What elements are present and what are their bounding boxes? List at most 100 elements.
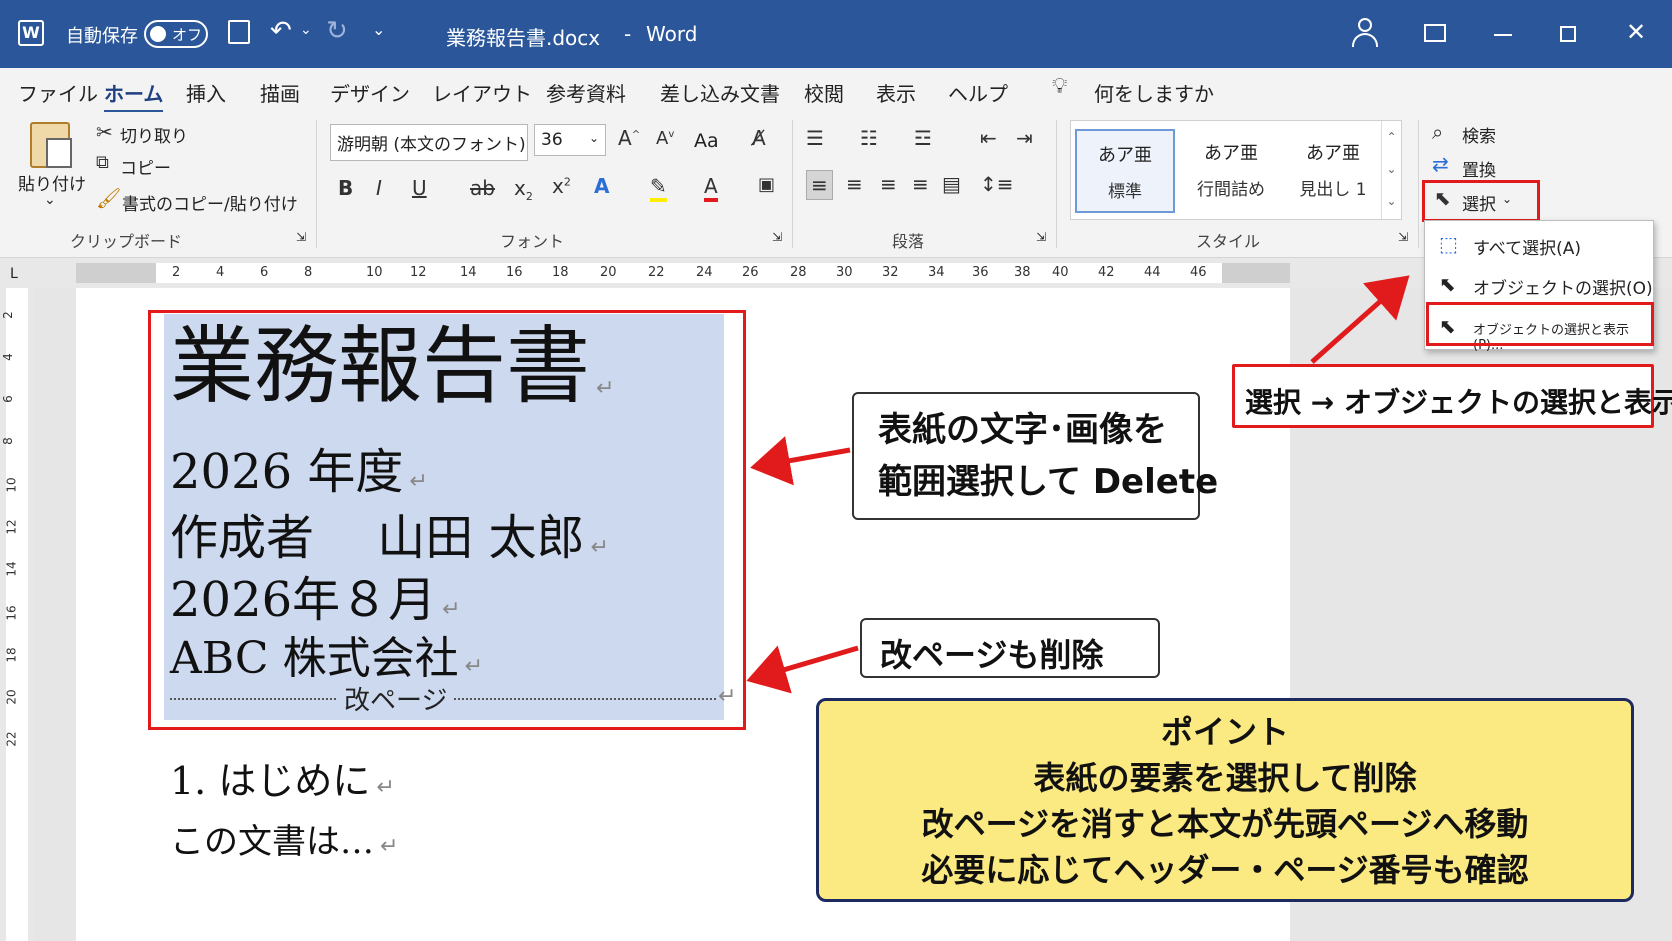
bold-icon[interactable]: B [338, 176, 353, 200]
subscript-icon[interactable]: x2 [514, 176, 533, 203]
lightbulb-icon[interactable]: 💡︎ [1052, 74, 1067, 99]
italic-icon[interactable]: I [376, 176, 382, 200]
superscript-icon[interactable]: x2 [552, 174, 571, 198]
doc-body[interactable]: この文書は… ↵ [170, 814, 398, 863]
undo-icon[interactable]: ↶ [270, 16, 292, 46]
ruler-tick: 6 [0, 395, 15, 403]
point-line-2: 改ページを消すと本文が先頭ページへ移動 [921, 805, 1529, 843]
select-objects-label: オブジェクトの選択(O) [1473, 279, 1653, 299]
increase-indent-icon[interactable]: ⇥ [1016, 126, 1033, 150]
replace-button[interactable]: 置換 [1462, 156, 1496, 181]
character-shading-icon[interactable]: ▣ [758, 174, 775, 195]
selection-pane-highlight [1426, 302, 1654, 346]
ruler-tick: 20 [4, 689, 19, 705]
customize-qat-icon[interactable]: ⌄ [372, 20, 385, 39]
close-icon[interactable]: ✕ [1626, 18, 1646, 46]
paragraph-launcher-icon[interactable]: ⇲ [1036, 230, 1046, 244]
ruler-tick: 20 [600, 265, 617, 280]
bullets-icon[interactable]: ☰ [806, 126, 824, 150]
tab-file[interactable]: ファイル [18, 78, 98, 107]
find-button[interactable]: 検索 [1462, 122, 1496, 147]
redo-icon[interactable]: ↻ [326, 16, 348, 46]
style-normal[interactable]: あア亜 標準 [1075, 129, 1175, 213]
tab-view[interactable]: 表示 [876, 78, 916, 107]
doc-body-text: この文書は… [170, 822, 374, 862]
scissors-icon: ✂ [96, 120, 113, 144]
word-app-icon[interactable]: W [18, 20, 44, 46]
account-icon[interactable] [1352, 18, 1378, 48]
separator [792, 120, 793, 248]
text-effects-icon[interactable]: A [594, 174, 609, 198]
ruler-tick: 22 [648, 265, 665, 280]
replace-icon: ⇄ [1432, 152, 1449, 176]
tab-layout[interactable]: レイアウト [432, 78, 532, 107]
tab-home[interactable]: ホーム [104, 78, 164, 113]
ruler-tick: 12 [410, 265, 427, 280]
copy-icon: ⧉ [96, 152, 109, 173]
ruler-tick: 14 [460, 265, 477, 280]
tab-references[interactable]: 参考資料 [546, 78, 626, 107]
format-painter-button[interactable]: 書式のコピー/貼り付け [122, 190, 298, 215]
select-objects-item[interactable]: ⬉ オブジェクトの選択(O) [1425, 265, 1655, 303]
tab-draw[interactable]: 描画 [260, 78, 300, 107]
justify-icon[interactable]: ≡ [912, 172, 929, 196]
decrease-indent-icon[interactable]: ⇤ [980, 126, 997, 150]
select-button-highlight [1422, 180, 1540, 222]
font-launcher-icon[interactable]: ⇲ [772, 230, 782, 244]
undo-dropdown-icon[interactable]: ⌄ [300, 22, 312, 38]
strikethrough-icon[interactable]: ab [470, 176, 495, 200]
style-sample: あア亜 [1204, 143, 1258, 164]
tab-selector-icon[interactable]: L [10, 266, 18, 282]
highlighter-icon[interactable]: ✎ [650, 174, 667, 202]
clipboard-launcher-icon[interactable]: ⇲ [296, 230, 306, 244]
select-all-item[interactable]: ⬚ すべて選択(A) [1425, 225, 1655, 263]
ruler-tick: 26 [742, 265, 759, 280]
ribbon-display-icon[interactable] [1424, 24, 1446, 42]
clear-formatting-icon[interactable]: A̸ [752, 126, 766, 150]
multilevel-list-icon[interactable]: ☲ [914, 126, 932, 150]
account-body [1352, 33, 1378, 47]
callout-cover: 表紙の文字･画像を 範囲選択して Delete [852, 392, 1218, 520]
autosave-toggle[interactable]: オフ [144, 20, 208, 48]
paragraph-mark: ↵ [380, 834, 399, 859]
tab-design[interactable]: デザイン [330, 78, 410, 107]
font-name-combo[interactable]: 游明朝 (本文のフォント) [330, 124, 528, 161]
font-size-combo[interactable]: 36 ⌄ [534, 124, 606, 156]
paste-icon[interactable] [30, 122, 72, 168]
align-right-icon[interactable]: ≡ [880, 172, 897, 196]
styles-scrollbar[interactable]: ⌃ ⌄ ⌄ [1381, 121, 1401, 219]
ruler-tick: 8 [304, 265, 313, 280]
tab-review[interactable]: 校閲 [804, 78, 844, 107]
ruler-tick: 38 [1014, 265, 1031, 280]
document-title: 業務報告書.docx [446, 26, 601, 50]
style-no-spacing[interactable]: あア亜 行間詰め [1181, 129, 1281, 213]
numbering-icon[interactable]: ☷ [860, 126, 878, 150]
underline-icon[interactable]: U [412, 176, 427, 200]
paste-dropdown-icon[interactable]: ⌄ [44, 192, 56, 208]
ruler-tick: 18 [552, 265, 569, 280]
align-center-icon[interactable]: ≡ [846, 172, 863, 196]
grow-font-icon[interactable]: A^ [618, 126, 640, 150]
maximize-icon[interactable] [1560, 26, 1576, 42]
copy-button[interactable]: コピー [120, 154, 171, 179]
save-icon[interactable] [228, 20, 250, 44]
distributed-icon[interactable]: ▤ [942, 172, 961, 196]
cut-button[interactable]: 切り取り [120, 122, 188, 147]
tab-help[interactable]: ヘルプ [948, 78, 1008, 107]
change-case-button[interactable]: Aa [694, 130, 719, 152]
shrink-font-icon[interactable]: Av [656, 128, 674, 149]
align-left-icon[interactable]: ≡ [806, 170, 833, 200]
font-color-icon[interactable]: A [704, 174, 718, 202]
tab-mailings[interactable]: 差し込み文書 [660, 78, 780, 107]
tab-insert[interactable]: 挿入 [186, 78, 226, 107]
line-spacing-icon[interactable]: ↕≡ [980, 172, 1014, 196]
doc-heading-text: 1. はじめに [170, 759, 371, 803]
minimize-icon[interactable] [1494, 34, 1512, 36]
tell-me-box[interactable]: 何をしますか [1094, 78, 1214, 107]
search-icon: ⌕ [1432, 120, 1444, 144]
point-box: ポイント 表紙の要素を選択して削除 改ページを消すと本文が先頭ページへ移動 必要… [816, 698, 1634, 902]
clipboard-group-label: クリップボード [70, 232, 183, 251]
styles-launcher-icon[interactable]: ⇲ [1398, 230, 1408, 244]
style-heading-1[interactable]: あア亜 見出し 1 [1283, 129, 1383, 213]
doc-heading[interactable]: 1. はじめに ↵ [170, 750, 395, 805]
